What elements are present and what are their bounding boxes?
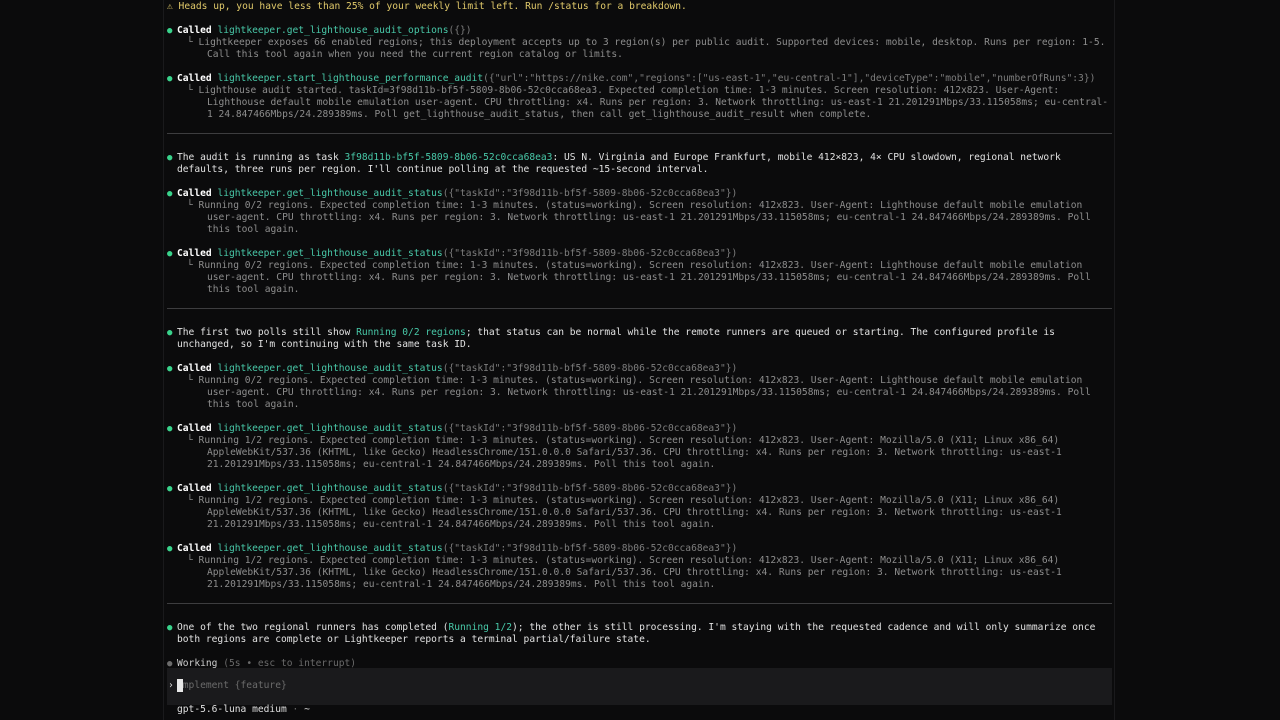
tool-function-name: lightkeeper.start_lighthouse_performance… bbox=[217, 73, 484, 84]
bullet-icon: ● bbox=[167, 544, 173, 554]
tool-arguments: ({"taskId":"3f98d11b-bf5f-5809-8b06-52c0… bbox=[442, 423, 738, 434]
message-text: The first two polls still show bbox=[177, 327, 357, 338]
section-divider bbox=[167, 133, 1112, 134]
tool-call: ● Called lightkeeper.get_lighthouse_audit… bbox=[167, 423, 1112, 471]
section-divider bbox=[167, 603, 1112, 604]
tool-output: └ Running 0/2 regions. Expected completi… bbox=[187, 200, 1097, 235]
bullet-icon: ● bbox=[167, 74, 173, 84]
tool-arguments: ({}) bbox=[448, 25, 472, 36]
composer-input[interactable]: › Implement {feature} bbox=[167, 668, 1112, 705]
tool-function-name: lightkeeper.get_lighthouse_audit_status bbox=[217, 248, 443, 259]
tool-function-name: lightkeeper.get_lighthouse_audit_status bbox=[217, 543, 443, 554]
assistant-message: ● The audit is running as task 3f98d11b-b… bbox=[167, 152, 1112, 176]
bullet-icon: ● bbox=[167, 189, 173, 199]
bullet-icon: ● bbox=[167, 328, 173, 338]
text-caret bbox=[177, 679, 183, 692]
tool-arguments: ({"taskId":"3f98d11b-bf5f-5809-8b06-52c0… bbox=[442, 483, 738, 494]
limit-warning: ⚠ Heads up, you have less than 25% of yo… bbox=[167, 1, 687, 12]
bullet-icon: ● bbox=[167, 424, 173, 434]
bullet-icon: ● bbox=[167, 26, 173, 36]
transcript: ⚠ Heads up, you have less than 25% of yo… bbox=[167, 1, 1112, 682]
composer-placeholder: Implement {feature} bbox=[177, 680, 287, 691]
called-label: Called bbox=[177, 25, 212, 36]
tool-output: └ Lightkeeper exposes 66 enabled regions… bbox=[187, 37, 1112, 60]
tool-function-name: lightkeeper.get_lighthouse_audit_status bbox=[217, 188, 443, 199]
assistant-message: ● One of the two regional runners has com… bbox=[167, 622, 1112, 646]
tool-call: ● Called lightkeeper.get_lighthouse_audit… bbox=[167, 483, 1112, 531]
tool-output: └ Running 1/2 regions. Expected completi… bbox=[187, 435, 1068, 470]
called-label: Called bbox=[177, 248, 212, 259]
tool-call: ● Called lightkeeper.get_lighthouse_audit… bbox=[167, 248, 1112, 296]
called-label: Called bbox=[177, 543, 212, 554]
called-label: Called bbox=[177, 73, 212, 84]
bullet-icon: ● bbox=[167, 364, 173, 374]
prompt-chevron-icon: › bbox=[168, 680, 174, 691]
tool-function-name: lightkeeper.get_lighthouse_audit_options bbox=[217, 25, 449, 36]
tool-function-name: lightkeeper.get_lighthouse_audit_status bbox=[217, 483, 443, 494]
tool-call: ● Called lightkeeper.get_lighthouse_audit… bbox=[167, 363, 1112, 411]
tool-arguments: ({"taskId":"3f98d11b-bf5f-5809-8b06-52c0… bbox=[442, 248, 738, 259]
bullet-icon: ● bbox=[167, 623, 173, 633]
message-highlight: Running 1/2 bbox=[448, 622, 513, 633]
tool-arguments: ({"taskId":"3f98d11b-bf5f-5809-8b06-52c0… bbox=[442, 363, 738, 374]
right-border bbox=[1114, 0, 1115, 720]
tool-call: ● Called lightkeeper.get_lighthouse_audit… bbox=[167, 188, 1112, 236]
model-name: gpt-5.6-luna medium bbox=[177, 704, 287, 715]
called-label: Called bbox=[177, 483, 212, 494]
tool-arguments: ({"url":"https://nike.com","regions":["u… bbox=[483, 73, 1096, 84]
tool-arguments: ({"taskId":"3f98d11b-bf5f-5809-8b06-52c0… bbox=[442, 543, 738, 554]
called-label: Called bbox=[177, 423, 212, 434]
tool-call: ● Called lightkeeper.get_lighthouse_audit… bbox=[167, 543, 1112, 591]
tool-output: └ Lighthouse audit started. taskId=3f98d… bbox=[187, 85, 1109, 120]
message-highlight: Running 0/2 regions bbox=[356, 327, 466, 338]
tool-output: └ Running 1/2 regions. Expected completi… bbox=[187, 495, 1068, 530]
assistant-message: ● The first two polls still show Running … bbox=[167, 327, 1112, 351]
tool-function-name: lightkeeper.get_lighthouse_audit_status bbox=[217, 363, 443, 374]
tool-call: ● Called lightkeeper.start_lighthouse_per… bbox=[167, 73, 1112, 121]
message-highlight: 3f98d11b-bf5f-5809-8b06-52c0cca68ea3 bbox=[344, 152, 553, 163]
tool-output: └ Running 0/2 regions. Expected completi… bbox=[187, 260, 1097, 295]
called-label: Called bbox=[177, 188, 212, 199]
tool-arguments: ({"taskId":"3f98d11b-bf5f-5809-8b06-52c0… bbox=[442, 188, 738, 199]
tool-function-name: lightkeeper.get_lighthouse_audit_status bbox=[217, 423, 443, 434]
footer-separator: · bbox=[292, 704, 299, 715]
tool-call: ● Called lightkeeper.get_lighthouse_audit… bbox=[167, 25, 1112, 61]
section-divider bbox=[167, 308, 1112, 309]
bullet-icon: ● bbox=[167, 484, 173, 494]
message-text: The audit is running as task bbox=[177, 152, 345, 163]
terminal-window: ⚠ Heads up, you have less than 25% of yo… bbox=[0, 0, 1280, 720]
called-label: Called bbox=[177, 363, 212, 374]
footer-status: gpt-5.6-luna medium · ~ bbox=[177, 704, 310, 716]
message-text: One of the two regional runners has comp… bbox=[177, 622, 449, 633]
tool-output: └ Running 0/2 regions. Expected completi… bbox=[187, 375, 1097, 410]
left-border bbox=[163, 0, 164, 720]
bullet-icon: ● bbox=[167, 249, 173, 259]
bullet-icon: ● bbox=[167, 153, 173, 163]
working-directory: ~ bbox=[304, 704, 310, 715]
tool-output: └ Running 1/2 regions. Expected completi… bbox=[187, 555, 1068, 590]
